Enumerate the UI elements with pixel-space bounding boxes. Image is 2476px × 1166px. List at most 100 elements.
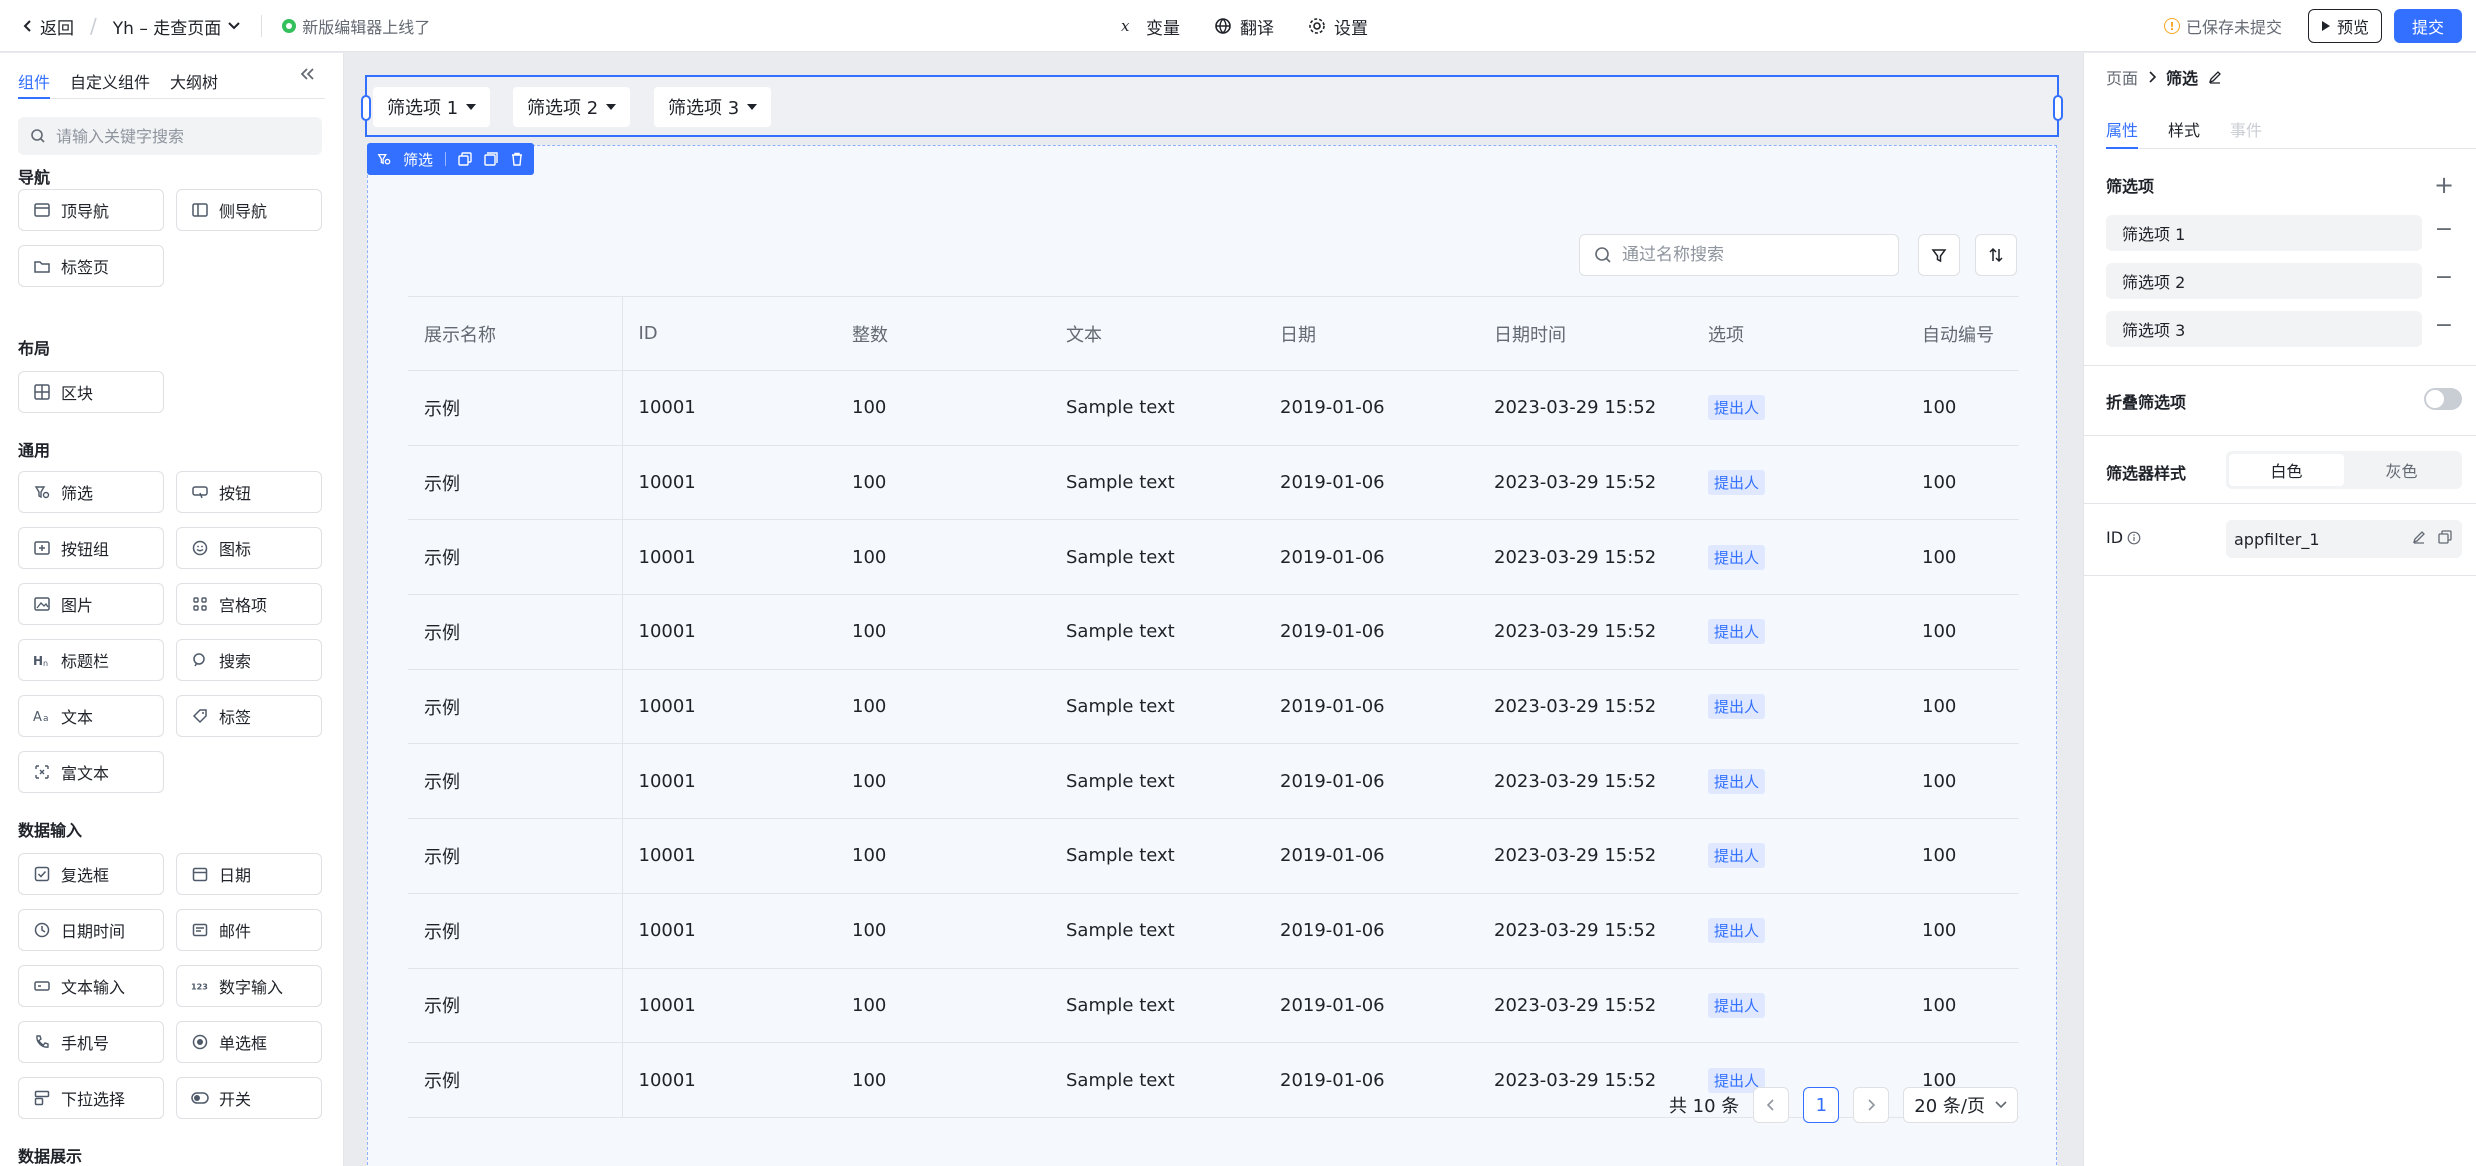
component-email[interactable]: 邮件	[176, 909, 322, 951]
table-row[interactable]: 示例 10001 100 Sample text 2019-01-06 2023-03-2…	[408, 818, 2019, 894]
info-icon[interactable]	[2127, 531, 2141, 545]
component-dropdown[interactable]: 下拉选择	[18, 1077, 164, 1119]
tab-style[interactable]: 样式	[2168, 111, 2200, 149]
table-row[interactable]: 示例 10001 100 Sample text 2019-01-06 2023-03-2…	[408, 968, 2019, 1044]
table-component: 展示名称 ID 整数 文本 日期 日期时间 选项 自动编号 示例10001100…	[367, 145, 2057, 1166]
component-datetime[interactable]: 日期时间	[18, 909, 164, 951]
edit-icon[interactable]	[2208, 70, 2222, 84]
component-title-bar[interactable]: Hn 标题栏	[18, 639, 164, 681]
column-header[interactable]: 选项	[1692, 296, 1906, 371]
prev-page-button[interactable]	[1753, 1087, 1790, 1123]
component-rich-text[interactable]: 富文本	[18, 751, 164, 793]
preview-button[interactable]: 预览	[2307, 9, 2382, 43]
table-row[interactable]: 示例 10001 100 Sample text 2019-01-06 2023-03-2…	[408, 370, 2019, 446]
filter-option-2[interactable]: 筛选项 2	[2106, 263, 2422, 299]
component-button[interactable]: 按钮	[176, 471, 322, 513]
style-option-gray[interactable]: 灰色	[2344, 454, 2459, 486]
component-text[interactable]: Aa 文本	[18, 695, 164, 737]
back-button[interactable]: 返回	[22, 14, 74, 39]
component-switch[interactable]: 开关	[176, 1077, 322, 1119]
copy-icon[interactable]	[2438, 530, 2452, 544]
column-header[interactable]: ID	[622, 296, 836, 371]
collapse-filters-toggle[interactable]	[2424, 388, 2462, 410]
tab-custom-components[interactable]: 自定义组件	[70, 63, 150, 99]
column-header[interactable]: 展示名称	[408, 296, 623, 371]
filter-item-3[interactable]: 筛选项 3	[654, 87, 772, 127]
column-header[interactable]: 日期	[1264, 296, 1478, 371]
component-tag[interactable]: 标签	[176, 695, 322, 737]
table-row[interactable]: 示例 10001 100 Sample text 2019-01-06 2023-03-2…	[408, 519, 2019, 596]
settings-button[interactable]: 设置	[1308, 14, 1368, 39]
component-search[interactable]: 搜索	[176, 639, 322, 681]
table-search[interactable]	[1579, 234, 1899, 276]
component-text-input[interactable]: 文本输入	[18, 965, 164, 1007]
component-filter[interactable]: 筛选	[18, 471, 164, 513]
duplicate-icon[interactable]	[484, 152, 498, 166]
component-phone[interactable]: 手机号	[18, 1021, 164, 1063]
table-cell: 提出人	[1692, 445, 1906, 521]
project-switcher[interactable]: Yh – 走查页面	[113, 14, 241, 39]
component-grid-item[interactable]: 宫格项	[176, 583, 322, 625]
component-search-input[interactable]	[56, 126, 296, 146]
resize-handle-right[interactable]	[2053, 95, 2063, 121]
tab-components[interactable]: 组件	[18, 63, 51, 99]
component-checkbox[interactable]: 复选框	[18, 853, 164, 895]
component-icon[interactable]: 图标	[176, 527, 322, 569]
component-image[interactable]: 图片	[18, 583, 164, 625]
remove-filter-item-button[interactable]: −	[2434, 313, 2454, 338]
component-search[interactable]	[18, 117, 322, 155]
filter-icon	[33, 483, 51, 501]
trash-icon[interactable]	[510, 152, 524, 166]
table-row[interactable]: 示例 10001 100 Sample text 2019-01-06 2023-03-2…	[408, 669, 2019, 745]
component-radio[interactable]: 单选框	[176, 1021, 322, 1063]
table-row[interactable]: 示例 10001 100 Sample text 2019-01-06 2023-03-2…	[408, 445, 2019, 521]
table-row[interactable]: 示例 10001 100 Sample text 2019-01-06 2023-03-2…	[408, 743, 2019, 820]
component-date[interactable]: 日期	[176, 853, 322, 895]
component-side-nav[interactable]: 侧导航	[176, 189, 322, 231]
table-sort-button[interactable]	[1975, 234, 2017, 276]
remove-filter-item-button[interactable]: −	[2434, 265, 2454, 290]
translate-button[interactable]: 翻译	[1214, 14, 1274, 39]
component-id-value: appfilter_1	[2234, 529, 2320, 549]
table-row[interactable]: 示例 10001 100 Sample text 2019-01-06 2023-03-2…	[408, 893, 2019, 969]
tab-properties[interactable]: 属性	[2106, 111, 2139, 149]
filter-item-2[interactable]: 筛选项 2	[513, 87, 631, 127]
remove-filter-item-button[interactable]: −	[2434, 217, 2454, 242]
filter-option-1[interactable]: 筛选项 1	[2106, 215, 2422, 251]
filter-item-1[interactable]: 筛选项 1	[373, 87, 491, 127]
component-id-field[interactable]: appfilter_1	[2226, 520, 2462, 558]
component-tabs-page[interactable]: 标签页	[18, 245, 164, 287]
table-row[interactable]: 示例 10001 100 Sample text 2019-01-06 2023-03-2…	[408, 594, 2019, 670]
table-cell: 10001	[622, 743, 836, 820]
resize-handle-left[interactable]	[361, 95, 371, 121]
table-filter-button[interactable]	[1918, 234, 1960, 276]
column-header[interactable]: 日期时间	[1478, 296, 1692, 371]
add-filter-item-button[interactable]: +	[2434, 171, 2454, 199]
column-header[interactable]: 整数	[836, 296, 1050, 371]
page-button-current[interactable]: 1	[1803, 1087, 1840, 1123]
submit-button[interactable]: 提交	[2393, 9, 2462, 43]
component-number-input[interactable]: 123 数字输入	[176, 965, 322, 1007]
style-option-white[interactable]: 白色	[2229, 454, 2344, 486]
table-cell: 100	[1906, 743, 2019, 820]
column-header[interactable]: 文本	[1050, 296, 1264, 371]
table-search-input[interactable]	[1622, 245, 1882, 265]
button-icon	[191, 483, 209, 501]
new-editor-notice[interactable]: 新版编辑器上线了	[282, 14, 430, 38]
breadcrumb-root[interactable]: 页面	[2106, 65, 2138, 89]
filter-bar[interactable]: 筛选项 1 筛选项 2 筛选项 3	[361, 75, 2063, 137]
filter-label: 筛选项 3	[668, 98, 740, 119]
filter-option-3[interactable]: 筛选项 3	[2106, 311, 2422, 347]
page-size-select[interactable]: 20 条/页	[1903, 1087, 2018, 1123]
component-button-group[interactable]: 按钮组	[18, 527, 164, 569]
collapse-panel-icon[interactable]	[299, 67, 315, 81]
edit-icon[interactable]	[2412, 530, 2426, 544]
next-page-button[interactable]	[1853, 1087, 1890, 1123]
copy-icon[interactable]	[458, 152, 472, 166]
column-header[interactable]: 自动编号	[1906, 296, 2019, 371]
tab-outline-tree[interactable]: 大纲树	[170, 63, 218, 99]
property-tabs: 属性 样式 事件	[2106, 111, 2476, 149]
component-block[interactable]: 区块	[18, 371, 164, 413]
component-top-nav[interactable]: 顶导航	[18, 189, 164, 231]
variables-button[interactable]: x 变量	[1120, 14, 1180, 39]
